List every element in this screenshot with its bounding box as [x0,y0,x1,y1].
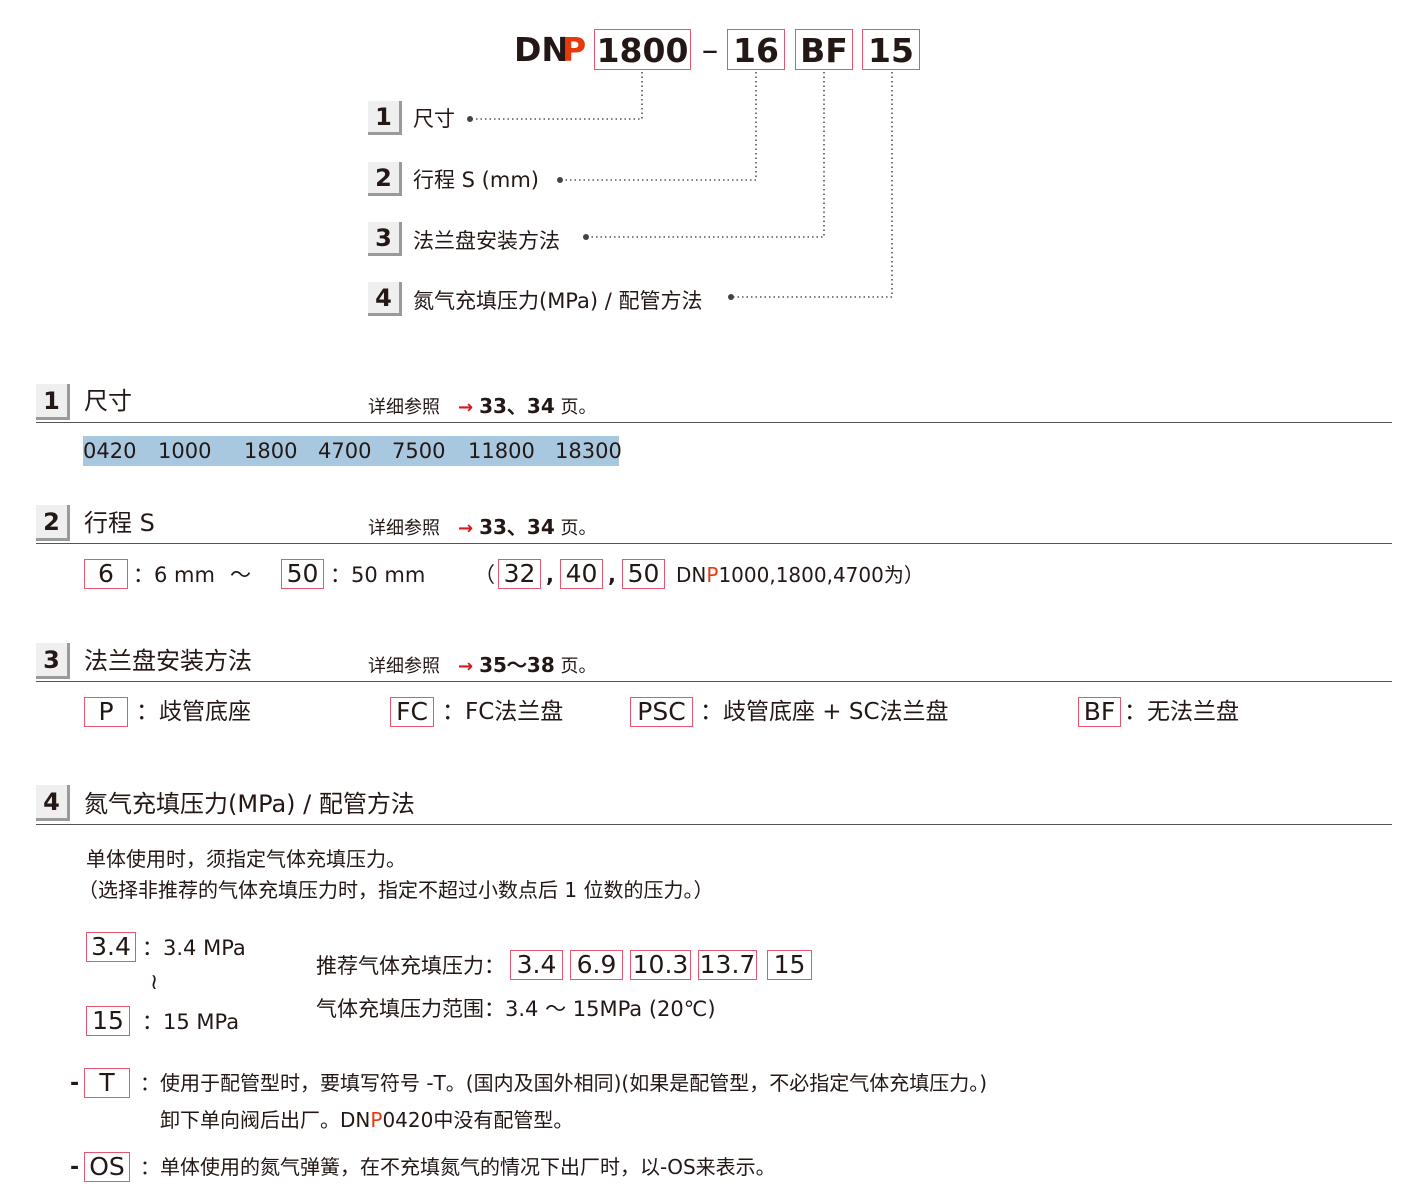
legend-dot-1 [467,116,473,122]
section-3-ref: 详细参照 → 35～38 页。 [368,653,597,679]
recommended-box: 3.4 [510,950,563,980]
section-3-rule [36,681,1392,682]
ref-suffix: 页。 [560,518,597,539]
legend-num-2: 2 [368,162,402,196]
flange-option-box: FC [390,697,434,727]
ref-label: 详细参照 [368,518,440,539]
stroke-extra-box: 32 [498,559,541,589]
section-1-title: 尺寸 [84,387,132,415]
recommended-box: 15 [767,950,812,980]
note-rest: 1000,1800,4700为） [718,563,924,587]
t-line-2-p: P [370,1108,383,1132]
flange-option-desc: ：无法兰盘 [1124,699,1239,725]
section-4-num: 4 [36,785,70,821]
legend-dot-4 [728,294,734,300]
recommended-box: 6.9 [570,950,623,980]
section-3-num: 3 [36,643,70,679]
size-list: 0420 1000 1800 4700 7500 11800 18300 [83,436,622,466]
legend-label-2: 行程 S (mm) [413,168,539,192]
legend-num-4: 4 [368,282,402,316]
recommended-box: 10.3 [630,950,691,980]
arrow-icon: → [458,397,474,418]
flange-option-box: P [84,697,128,727]
ref-pages: 33、34 [479,515,555,539]
size-item: 11800 [468,439,535,463]
ref-suffix: 页。 [560,397,597,418]
legend-num-3: 3 [368,222,402,256]
t-line-2-b: 0420中没有配管型。 [382,1108,574,1132]
section-1-num: 1 [36,384,70,420]
stroke-extra-box: 50 [622,559,665,589]
ref-pages: 33、34 [479,394,555,418]
arrow-icon: → [458,656,474,677]
section-1-ref: 详细参照 → 33、34 页。 [368,394,597,420]
stroke-comma: , [546,563,554,587]
flange-option-desc: ：歧管底座 + SC法兰盘 [700,699,949,725]
os-dash: - [70,1155,80,1180]
size-item: 0420 [83,439,137,463]
section-4-title: 氮气充填压力(MPa) / 配管方法 [84,790,415,818]
section-2-title: 行程 S [84,509,155,537]
flange-option-box: BF [1078,697,1121,727]
recommended-box: 13.7 [698,950,757,980]
section-2-num: 2 [36,505,70,541]
flange-option-desc: ：FC法兰盘 [442,699,564,725]
os-line: ：单体使用的氮气弹簧，在不充填氮气的情况下出厂时，以-OS来表示。 [140,1155,776,1179]
pressure-range-mark: ≀ [150,970,159,995]
legend-num-1: 1 [368,101,402,135]
size-item: 7500 [392,439,446,463]
size-item: 1800 [244,439,298,463]
section-2-ref: 详细参照 → 33、34 页。 [368,515,597,541]
ref-pages: 35～38 [479,653,555,677]
legend-label-3: 法兰盘安装方法 [413,229,560,253]
pressure-max-box: 15 [86,1006,130,1036]
t-code-box: T [84,1068,130,1098]
size-item: 4700 [318,439,372,463]
section-1-rule [36,422,1392,423]
os-code-box: OS [84,1152,130,1182]
ref-suffix: 页。 [560,656,597,677]
ref-label: 详细参照 [368,656,440,677]
stroke-note: DNP1000,1800,4700为） [676,562,924,588]
stroke-tilde: ～ [230,563,251,587]
legend-label-4: 氮气充填压力(MPa) / 配管方法 [413,289,703,313]
legend-dot-3 [583,234,589,240]
t-dash: - [70,1071,80,1096]
pressure-max-text: ：15 MPa [142,1010,240,1034]
t-line-1: ：使用于配管型时，要填写符号 -T。(国内及国外相同)(如果是配管型，不必指定气… [140,1071,988,1095]
stroke-open-paren: （ [474,563,495,587]
stroke-min-text: ：6 mm [133,563,215,587]
stroke-extra-box: 40 [560,559,603,589]
section-3-title: 法兰盘安装方法 [84,647,252,675]
stroke-max-text: ：50 mm [330,563,426,587]
pressure-note-1: 单体使用时，须指定气体充填压力。 [86,847,406,871]
stroke-comma: , [608,563,616,587]
ref-label: 详细参照 [368,397,440,418]
pressure-range-text: 气体充填压力范围：3.4 ～ 15MPa (20℃) [316,997,716,1021]
t-line-2-a: 卸下单向阀后出厂。DN [160,1108,371,1132]
note-dn: DN [676,563,707,587]
stroke-min-box: 6 [84,559,128,589]
arrow-icon: → [458,518,474,539]
stroke-max-box: 50 [281,559,324,589]
section-2-rule [36,543,1392,544]
legend-dot-2 [557,177,563,183]
flange-option-box: PSC [630,697,693,727]
pressure-min-box: 3.4 [86,932,136,962]
pressure-note-2: （选择非推荐的气体充填压力时，指定不超过小数点后 1 位数的压力。） [78,878,714,902]
size-item: 18300 [555,439,622,463]
note-p: P [706,563,719,587]
section-4-rule [36,824,1392,825]
t-line-2: 卸下单向阀后出厂。DNP0420中没有配管型。 [160,1107,573,1133]
pressure-min-text: ：3.4 MPa [142,936,246,960]
recommended-label: 推荐气体充填压力： [316,954,505,978]
size-item: 1000 [158,439,212,463]
flange-option-desc: ：歧管底座 [136,699,251,725]
legend-label-1: 尺寸 [413,107,455,131]
